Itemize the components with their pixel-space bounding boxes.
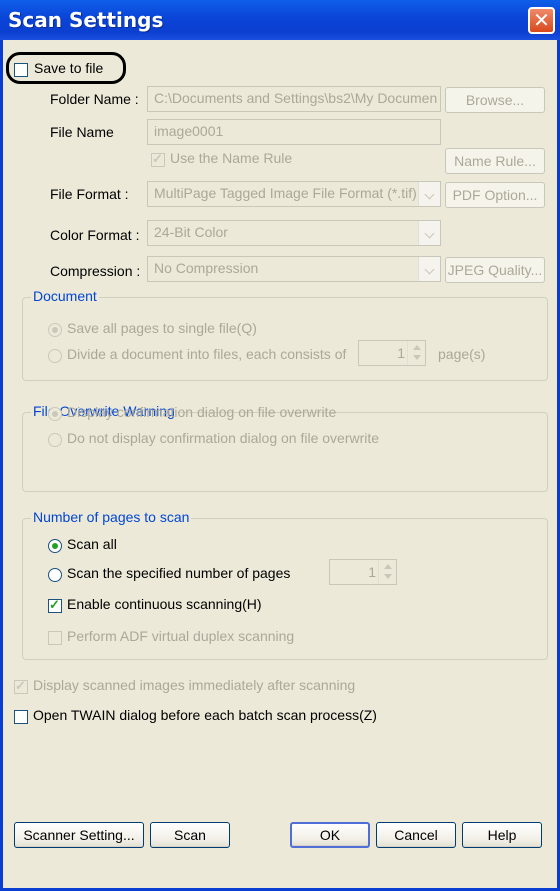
jpeg-quality-button[interactable]: JPEG Quality... xyxy=(445,257,545,283)
check-icon: ✓ xyxy=(152,151,163,166)
open-twain-label: Open TWAIN dialog before each batch scan… xyxy=(33,707,377,723)
pages-per-file-value: 1 xyxy=(397,345,405,361)
scan-all-radio[interactable] xyxy=(48,539,62,553)
display-images-label: Display scanned images immediately after… xyxy=(33,677,356,693)
help-button[interactable]: Help xyxy=(462,822,542,848)
chevron-down-icon[interactable] xyxy=(418,257,440,281)
browse-button[interactable]: Browse... xyxy=(445,87,545,113)
save-single-file-label: Save all pages to single file(Q) xyxy=(67,320,257,336)
no-display-confirm-label: Do not display confirmation dialog on fi… xyxy=(67,430,380,446)
save-to-file-checkbox[interactable] xyxy=(14,63,28,77)
pdf-option-button[interactable]: PDF Option... xyxy=(445,182,545,208)
scan-all-label: Scan all xyxy=(67,536,117,552)
chevron-down-icon[interactable] xyxy=(418,182,440,206)
check-icon: ✓ xyxy=(15,678,26,693)
document-group xyxy=(22,297,548,381)
spin-up-icon[interactable] xyxy=(413,345,421,350)
save-to-file-label: Save to file xyxy=(34,60,104,76)
chevron-down-icon[interactable] xyxy=(418,221,440,245)
folder-name-field[interactable]: C:\Documents and Settings\bs2\My Documen xyxy=(147,86,441,112)
document-group-title: Document xyxy=(31,288,99,304)
ok-button[interactable]: OK xyxy=(290,822,370,848)
use-name-rule-checkbox[interactable]: ✓ xyxy=(151,151,165,167)
folder-name-label: Folder Name : xyxy=(50,91,139,107)
compression-value: No Compression xyxy=(154,260,259,276)
pages-count-spinner[interactable]: 1 xyxy=(329,559,397,585)
window-title: Scan Settings xyxy=(8,8,164,32)
scan-specified-label: Scan the specified number of pages xyxy=(67,565,291,581)
continuous-scanning-checkbox[interactable]: ✓ xyxy=(48,597,62,613)
color-format-value: 24-Bit Color xyxy=(154,224,228,240)
compression-label: Compression : xyxy=(50,263,141,279)
spin-up-icon[interactable] xyxy=(384,564,392,569)
file-format-label: File Format : xyxy=(50,186,129,202)
compression-combo[interactable]: No Compression xyxy=(147,256,441,282)
cancel-button[interactable]: Cancel xyxy=(376,822,456,848)
close-icon: ✕ xyxy=(533,8,550,32)
divide-document-radio[interactable] xyxy=(48,349,62,363)
file-format-combo[interactable]: MultiPage Tagged Image File Format (*.ti… xyxy=(147,181,441,207)
pages-count-value: 1 xyxy=(368,564,376,580)
display-confirm-label: Display confirmation dialog on file over… xyxy=(67,404,337,420)
spin-down-icon[interactable] xyxy=(384,574,392,579)
scan-button[interactable]: Scan xyxy=(150,822,230,848)
scan-settings-window: Scan Settings ✕ Save to file Folder Name… xyxy=(0,0,560,891)
color-format-combo[interactable]: 24-Bit Color xyxy=(147,220,441,246)
scan-specified-radio[interactable] xyxy=(48,568,62,582)
close-button[interactable]: ✕ xyxy=(528,7,555,34)
file-name-label: File Name xyxy=(50,124,114,140)
display-confirm-radio[interactable] xyxy=(48,407,62,421)
pages-unit-label: page(s) xyxy=(438,346,486,362)
adf-duplex-label: Perform ADF virtual duplex scanning xyxy=(67,628,295,644)
name-rule-button[interactable]: Name Rule... xyxy=(445,148,545,174)
file-format-value: MultiPage Tagged Image File Format (*.ti… xyxy=(154,185,417,201)
divide-document-label: Divide a document into files, each consi… xyxy=(67,346,347,362)
no-display-confirm-radio[interactable] xyxy=(48,433,62,447)
file-name-field[interactable]: image0001 xyxy=(147,119,441,145)
overwrite-warning-group xyxy=(22,412,548,492)
pages-to-scan-title: Number of pages to scan xyxy=(31,509,192,525)
open-twain-checkbox[interactable] xyxy=(14,710,28,724)
title-bar[interactable]: Scan Settings ✕ xyxy=(0,0,560,40)
pages-per-file-spinner[interactable]: 1 xyxy=(358,340,426,366)
color-format-label: Color Format : xyxy=(50,227,140,243)
save-single-file-radio[interactable] xyxy=(48,323,62,337)
use-name-rule-label: Use the Name Rule xyxy=(170,150,293,166)
display-images-checkbox[interactable]: ✓ xyxy=(14,678,28,694)
spin-down-icon[interactable] xyxy=(413,355,421,360)
continuous-scanning-label: Enable continuous scanning(H) xyxy=(67,596,262,612)
check-icon: ✓ xyxy=(49,597,60,612)
scanner-setting-button[interactable]: Scanner Setting... xyxy=(14,822,144,848)
dialog-body: Save to file Folder Name : C:\Documents … xyxy=(3,40,557,888)
adf-duplex-checkbox[interactable] xyxy=(48,631,62,645)
